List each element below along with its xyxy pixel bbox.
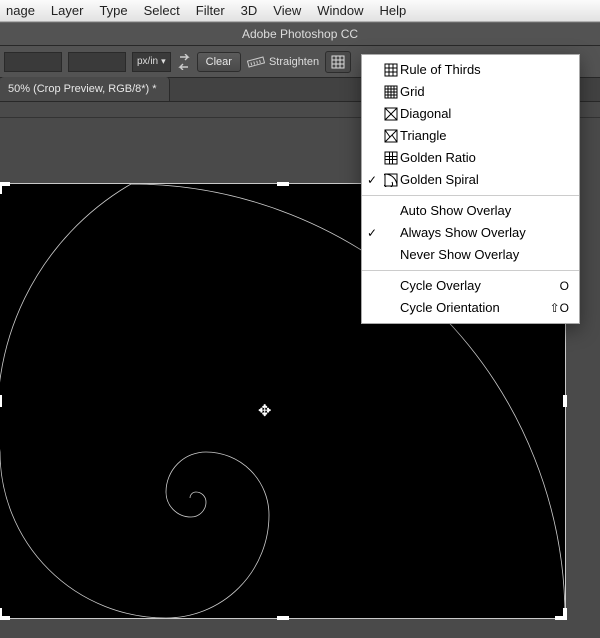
menu-item-label: Grid xyxy=(400,83,569,101)
crop-handle-tm[interactable] xyxy=(277,182,289,186)
crop-handle-bl-v[interactable] xyxy=(0,608,2,620)
menu-separator xyxy=(362,195,579,196)
chevron-down-icon: ▾ xyxy=(161,56,166,67)
overlay-options-button[interactable] xyxy=(325,51,351,73)
menu-item-label: Always Show Overlay xyxy=(400,224,569,242)
golden-ratio-icon xyxy=(382,151,400,165)
menu-shortcut: ⇧O xyxy=(533,299,569,317)
crop-unit-select[interactable]: px/in ▾ xyxy=(132,52,171,72)
crop-handle-ml[interactable] xyxy=(0,395,2,407)
mac-menu-image[interactable]: nage xyxy=(6,3,35,18)
crop-height-input[interactable] xyxy=(68,52,126,72)
menu-shortcut: O xyxy=(533,277,569,295)
grid-icon xyxy=(382,85,400,99)
triangle-icon xyxy=(382,129,400,143)
app-title-label: Adobe Photoshop CC xyxy=(242,27,358,41)
menu-item-golden-ratio[interactable]: Golden Ratio xyxy=(362,147,579,169)
menu-item-cycle-orientation[interactable]: Cycle Orientation ⇧O xyxy=(362,297,579,319)
check-icon: ✓ xyxy=(362,224,382,242)
menu-item-rule-of-thirds[interactable]: Rule of Thirds xyxy=(362,59,579,81)
menu-item-label: Rule of Thirds xyxy=(400,61,569,79)
mac-menu-3d[interactable]: 3D xyxy=(241,3,258,18)
mac-menu-help[interactable]: Help xyxy=(380,3,407,18)
check-icon: ✓ xyxy=(362,171,382,189)
crop-unit-label: px/in xyxy=(137,56,158,67)
crop-handle-mr[interactable] xyxy=(563,395,567,407)
grid-overlay-icon xyxy=(330,54,346,70)
clear-button[interactable]: Clear xyxy=(197,52,241,72)
mac-menu-bar[interactable]: nage Layer Type Select Filter 3D View Wi… xyxy=(0,0,600,22)
menu-item-label: Diagonal xyxy=(400,105,569,123)
mac-menu-filter[interactable]: Filter xyxy=(196,3,225,18)
menu-item-cycle-overlay[interactable]: Cycle Overlay O xyxy=(362,275,579,297)
crop-handle-bm[interactable] xyxy=(277,616,289,620)
menu-item-grid[interactable]: Grid xyxy=(362,81,579,103)
menu-separator xyxy=(362,270,579,271)
crop-width-input[interactable] xyxy=(4,52,62,72)
mac-menu-select[interactable]: Select xyxy=(144,3,180,18)
menu-item-label: Auto Show Overlay xyxy=(400,202,569,220)
menu-item-never-show-overlay[interactable]: Never Show Overlay xyxy=(362,244,579,266)
menu-item-label: Golden Spiral xyxy=(400,171,569,189)
diagonal-icon xyxy=(382,107,400,121)
menu-item-label: Triangle xyxy=(400,127,569,145)
app-title-bar: Adobe Photoshop CC xyxy=(0,22,600,46)
menu-item-diagonal[interactable]: Diagonal xyxy=(362,103,579,125)
document-tab[interactable]: 50% (Crop Preview, RGB/8*) * xyxy=(0,77,170,101)
menu-item-label: Golden Ratio xyxy=(400,149,569,167)
overlay-dropdown-menu: Rule of Thirds Grid Diagonal Triangle Go… xyxy=(361,54,580,324)
center-target-cursor: ✥ xyxy=(258,404,271,420)
menu-item-label: Cycle Orientation xyxy=(400,299,533,317)
ruler-icon xyxy=(247,54,265,70)
rule-thirds-icon xyxy=(382,63,400,77)
straighten-button[interactable]: Straighten xyxy=(247,54,319,70)
mac-menu-layer[interactable]: Layer xyxy=(51,3,84,18)
mac-menu-view[interactable]: View xyxy=(273,3,301,18)
swap-dimensions-button[interactable] xyxy=(177,54,191,70)
menu-item-golden-spiral[interactable]: ✓ Golden Spiral xyxy=(362,169,579,191)
menu-item-label: Cycle Overlay xyxy=(400,277,533,295)
mac-menu-type[interactable]: Type xyxy=(99,3,127,18)
crop-handle-tl-v[interactable] xyxy=(0,182,2,194)
document-tab-label: 50% (Crop Preview, RGB/8*) * xyxy=(8,83,157,95)
mac-menu-window[interactable]: Window xyxy=(317,3,363,18)
menu-item-auto-show-overlay[interactable]: Auto Show Overlay xyxy=(362,200,579,222)
golden-spiral-icon xyxy=(382,173,400,187)
menu-item-label: Never Show Overlay xyxy=(400,246,569,264)
crop-handle-br-v[interactable] xyxy=(563,608,567,620)
menu-item-triangle[interactable]: Triangle xyxy=(362,125,579,147)
straighten-label: Straighten xyxy=(269,56,319,68)
menu-item-always-show-overlay[interactable]: ✓ Always Show Overlay xyxy=(362,222,579,244)
